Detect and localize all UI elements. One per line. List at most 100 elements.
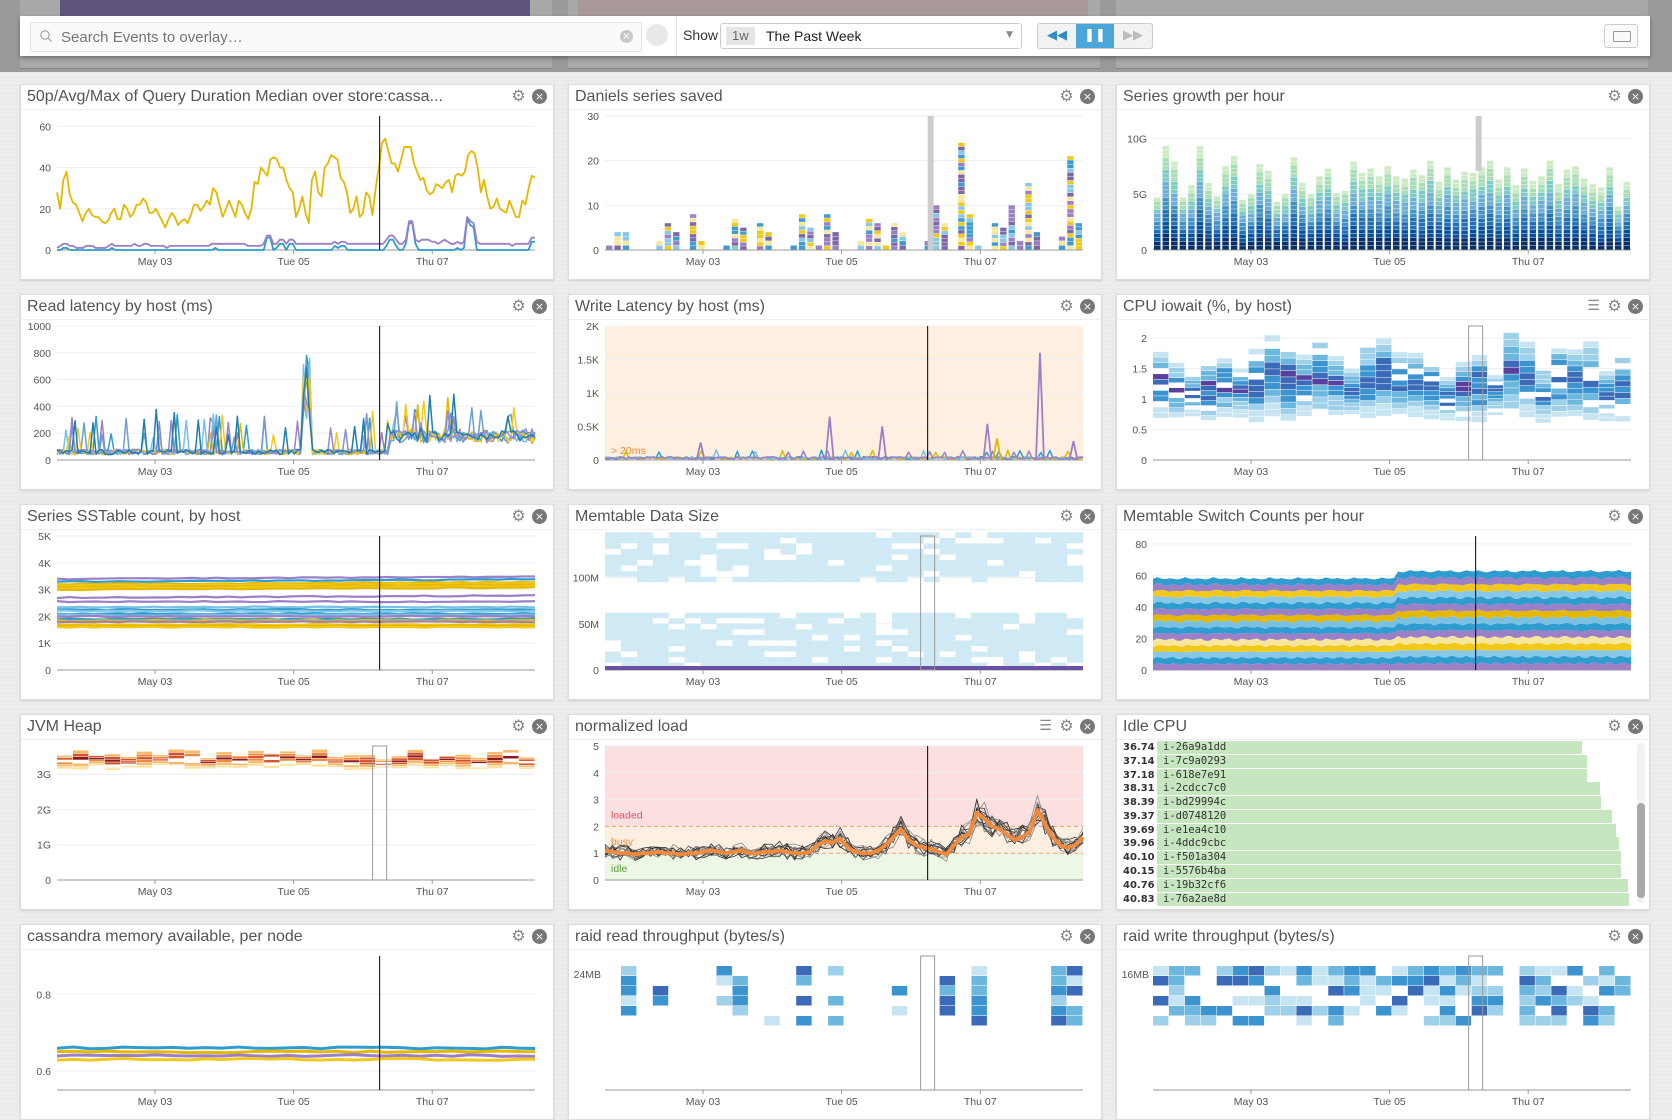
pause-button[interactable]: ❚❚: [1076, 24, 1114, 48]
widget-title[interactable]: normalized load: [575, 718, 688, 736]
bar-segment: [1546, 197, 1554, 201]
close-icon[interactable]: ×: [1080, 509, 1095, 524]
bar-segment: [1546, 201, 1554, 205]
gear-icon[interactable]: ⚙: [1607, 718, 1622, 734]
keyboard-shortcuts-button[interactable]: [1604, 24, 1638, 48]
heatmap-cell: [764, 623, 781, 630]
widget-title[interactable]: Idle CPU: [1123, 718, 1187, 736]
gear-icon[interactable]: ⚙: [1607, 928, 1622, 944]
widget-title[interactable]: 50p/Avg/Max of Query Duration Median ove…: [27, 88, 443, 106]
gear-icon[interactable]: ⚙: [511, 88, 526, 104]
gear-icon[interactable]: ⚙: [1059, 298, 1074, 314]
widget-title[interactable]: JVM Heap: [27, 718, 102, 736]
gear-icon[interactable]: ⚙: [511, 718, 526, 734]
heatmap-cell: [1264, 986, 1280, 996]
bar-segment: [824, 222, 831, 226]
gear-icon[interactable]: ⚙: [1607, 298, 1622, 314]
toplist-row[interactable]: 40.10 i-f501a304: [1123, 851, 1633, 865]
close-icon[interactable]: ×: [1080, 929, 1095, 944]
close-icon[interactable]: ×: [1080, 299, 1095, 314]
list-icon[interactable]: ☰: [1586, 299, 1601, 314]
close-icon[interactable]: ×: [532, 719, 547, 734]
heatmap-cell: [891, 640, 908, 646]
gear-icon[interactable]: ⚙: [1059, 928, 1074, 944]
toplist-row[interactable]: 36.74 i-26a9a1dd: [1123, 741, 1633, 755]
gear-icon[interactable]: ⚙: [1059, 718, 1074, 734]
close-icon[interactable]: ×: [532, 299, 547, 314]
toplist-row[interactable]: 40.83 i-76a2ae8d: [1123, 892, 1633, 906]
list-icon[interactable]: ☰: [1038, 719, 1053, 734]
bar-segment: [1410, 221, 1417, 226]
heatmap-cell: [1248, 966, 1265, 976]
close-icon[interactable]: ×: [1628, 89, 1643, 104]
widget-title[interactable]: raid read throughput (bytes/s): [575, 928, 785, 946]
scrollbar-thumb[interactable]: [1637, 803, 1645, 898]
close-icon[interactable]: ×: [1628, 299, 1643, 314]
gear-icon[interactable]: ⚙: [1059, 88, 1074, 104]
rewind-button[interactable]: ◀◀: [1038, 24, 1076, 48]
close-icon[interactable]: ×: [1080, 89, 1095, 104]
toplist-row[interactable]: 39.37 i-d0748120: [1123, 809, 1633, 824]
toplist-row[interactable]: 37.18 i-618e7e91: [1123, 768, 1633, 783]
close-icon[interactable]: ×: [532, 89, 547, 104]
widget-title[interactable]: cassandra memory available, per node: [27, 928, 303, 946]
bar-segment: [1067, 209, 1074, 213]
widget-title[interactable]: Daniels series saved: [575, 88, 723, 106]
heatmap-cell: [828, 657, 844, 663]
gear-icon[interactable]: ⚙: [511, 298, 526, 314]
gear-icon[interactable]: ⚙: [1059, 508, 1074, 524]
close-icon[interactable]: ×: [532, 929, 547, 944]
heatmap-cell: [1551, 966, 1567, 976]
toplist-row[interactable]: 39.69 i-e1ea4c10: [1123, 823, 1633, 838]
bar-segment: [1196, 178, 1204, 182]
y-tick-label: 0: [1141, 665, 1147, 677]
close-icon[interactable]: ×: [1628, 929, 1643, 944]
timeframe-select[interactable]: 1w The Past Week ▼: [720, 23, 1022, 49]
heatmap-cell: [1051, 1016, 1067, 1026]
widget-title[interactable]: Series growth per hour: [1123, 88, 1285, 106]
heatmap-cell: [1051, 996, 1067, 1006]
toplist-row[interactable]: 40.76 i-19b32cf6: [1123, 878, 1633, 893]
close-icon[interactable]: ×: [1628, 509, 1643, 524]
toplist-row[interactable]: 37.14 i-7c9a0293: [1123, 754, 1633, 769]
close-icon[interactable]: ×: [1080, 719, 1095, 734]
heatmap-cell: [1153, 396, 1169, 402]
bar-segment: [1538, 204, 1545, 209]
bar-segment: [1418, 210, 1426, 215]
widget-title[interactable]: Read latency by host (ms): [27, 298, 213, 316]
heatmap-cell: [1168, 986, 1185, 996]
heatmap-cell: [1296, 411, 1312, 417]
toplist-row[interactable]: 38.31 i-2cdcc7c0: [1123, 782, 1633, 796]
event-toggle-button[interactable]: [646, 24, 668, 46]
x-tick-label: Thu 07: [416, 466, 449, 478]
widget-title[interactable]: Series SSTable count, by host: [27, 508, 240, 526]
scrollbar[interactable]: [1637, 743, 1645, 903]
bar-segment: [1623, 205, 1630, 210]
gear-icon[interactable]: ⚙: [511, 508, 526, 524]
close-icon[interactable]: ×: [532, 509, 547, 524]
fast-forward-button[interactable]: ▶▶: [1114, 24, 1152, 48]
widget-title[interactable]: Memtable Switch Counts per hour: [1123, 508, 1364, 526]
widget-actions: ⚙ ×: [1059, 508, 1095, 524]
gear-icon[interactable]: ⚙: [1607, 508, 1622, 524]
widget-title[interactable]: raid write throughput (bytes/s): [1123, 928, 1335, 946]
gear-icon[interactable]: ⚙: [511, 928, 526, 944]
bar-segment: [1324, 168, 1332, 173]
widget-title[interactable]: Memtable Data Size: [575, 508, 719, 526]
widget-title[interactable]: Write Latency by host (ms): [575, 298, 765, 316]
toplist-row[interactable]: 38.39 i-bd29994c: [1123, 796, 1633, 810]
event-search-box[interactable]: ×: [30, 22, 642, 52]
bar-segment: [1486, 241, 1494, 246]
heatmap-cell: [764, 571, 781, 577]
close-icon[interactable]: ×: [1628, 719, 1643, 734]
bar-segment: [1427, 189, 1434, 193]
gear-icon[interactable]: ⚙: [1607, 88, 1622, 104]
clear-icon[interactable]: ×: [620, 30, 633, 43]
widget-title[interactable]: CPU iowait (%, by host): [1123, 298, 1292, 316]
toplist-row[interactable]: 39.96 i-4ddc9cbc: [1123, 837, 1633, 851]
toplist-row[interactable]: 40.15 i-5576b4ba: [1123, 865, 1633, 879]
heatmap-cell: [1615, 398, 1631, 404]
event-search-input[interactable]: [59, 25, 623, 49]
heatmap-cell: [120, 756, 137, 759]
bar-segment: [1350, 193, 1357, 198]
